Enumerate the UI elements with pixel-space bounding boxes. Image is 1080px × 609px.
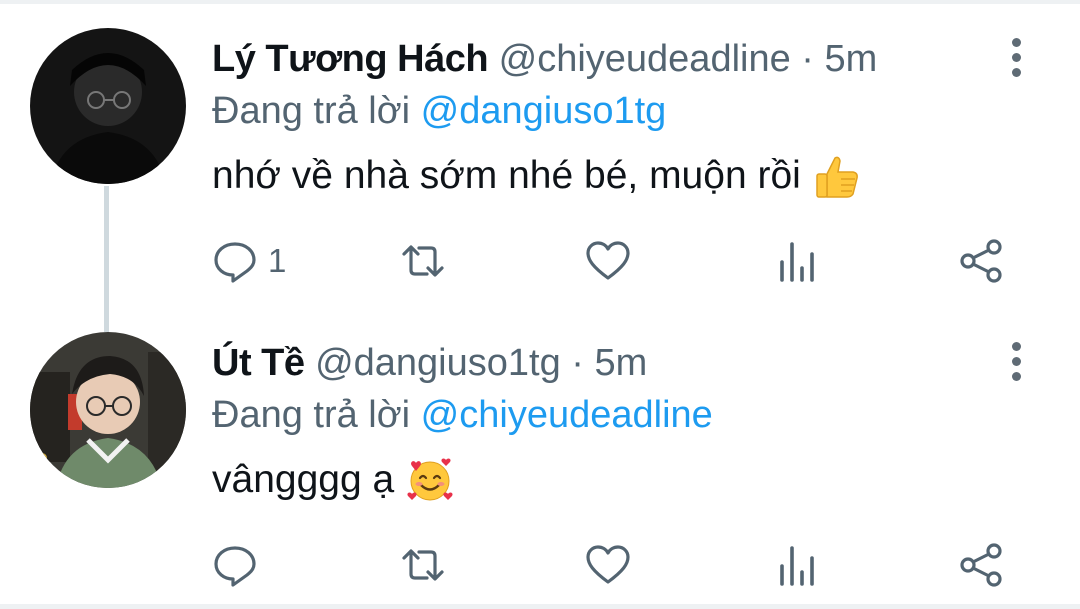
timestamp[interactable]: 5m [595,342,648,384]
user-handle[interactable]: @dangiuso1tg [315,342,561,384]
more-options-button[interactable] [996,34,1036,80]
retweet-icon [402,245,444,277]
retweet-button[interactable] [400,540,446,590]
tweet-text: nhớ về nhà sớm nhé bé, muộn rồi [212,150,861,202]
reply-count: 1 [268,242,287,279]
heart-icon [586,241,630,280]
replying-to-label: Đang trả lời [212,394,411,436]
replying-to: Đang trả lời @chiyeudeadline [212,392,713,440]
tweet-text-content: nhớ về nhà sớm nhé bé, muộn rồi [212,154,801,197]
timestamp[interactable]: 5m [825,38,878,80]
share-icon [960,543,1002,587]
tweet-text-content: vângggg ạ [212,458,395,501]
separator-dot: · [801,38,814,80]
tweet-header: Út Tề @dangiuso1tg · 5m [212,340,647,388]
avatar[interactable] [30,332,186,488]
replying-to-mention[interactable]: @chiyeudeadline [421,394,713,436]
avatar[interactable] [30,28,186,184]
reply-icon [214,546,256,587]
tweet-header: Lý Tương Hách @chiyeudeadline · 5m [212,36,877,84]
views-button[interactable] [773,540,819,590]
share-button[interactable] [958,540,1004,590]
tweet[interactable]: Út Tề @dangiuso1tg · 5m Đang trả lời @ch… [0,304,1080,604]
tweet-actions [0,530,1080,600]
share-icon [960,239,1002,283]
reply-button[interactable] [212,540,268,590]
retweet-icon [402,549,444,581]
more-dots-icon [1011,341,1021,351]
display-name[interactable]: Út Tề [212,342,305,384]
more-dots-icon [1011,37,1021,47]
analytics-icon [780,242,814,282]
share-button[interactable] [958,236,1004,286]
heart-icon [586,545,630,584]
tweet[interactable]: Lý Tương Hách @chiyeudeadline · 5m Đang … [0,0,1080,304]
user-handle[interactable]: @chiyeudeadline [499,38,791,80]
reply-icon [214,242,256,283]
separator-dot: · [571,342,584,384]
smiling-face-with-hearts-icon [406,456,454,504]
analytics-icon [780,546,814,586]
like-button[interactable] [585,540,631,590]
replying-to-label: Đang trả lời [212,90,411,132]
views-button[interactable] [773,236,819,286]
reply-button[interactable]: 1 [212,236,286,286]
tweet-actions: 1 [0,226,1080,296]
bottom-divider [0,604,1080,609]
replying-to: Đang trả lời @dangiuso1tg [212,88,666,136]
display-name[interactable]: Lý Tương Hách [212,38,489,80]
more-options-button[interactable] [996,338,1036,384]
retweet-button[interactable] [400,236,446,286]
like-button[interactable] [585,236,631,286]
replying-to-mention[interactable]: @dangiuso1tg [421,90,667,132]
thumbs-up-icon [813,152,861,200]
tweet-text: vângggg ạ [212,454,454,506]
